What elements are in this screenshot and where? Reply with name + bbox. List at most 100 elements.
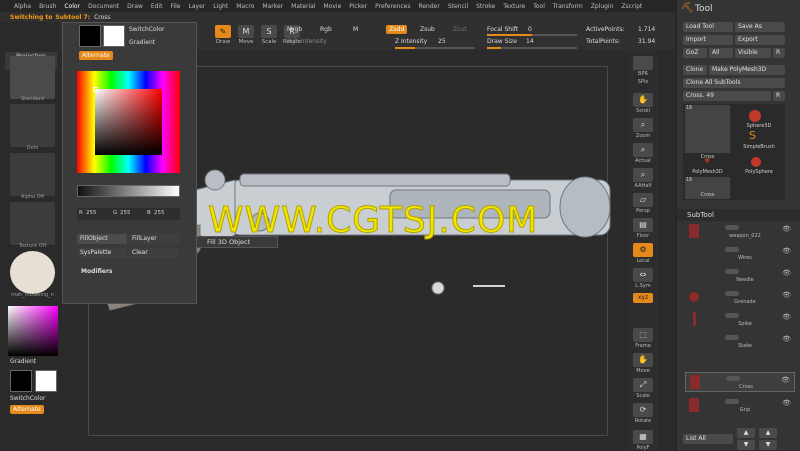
brush-thumb[interactable]: [10, 56, 55, 99]
persp-button[interactable]: ▱ Persp: [630, 193, 656, 214]
export-button[interactable]: Export: [735, 35, 785, 45]
lsym-button[interactable]: ⇔ L.Sym: [630, 268, 656, 289]
mrgb-button[interactable]: Mrgb: [287, 26, 302, 33]
aahalf-button[interactable]: ⌕ AAHalf: [630, 168, 656, 189]
tool-r-button[interactable]: R: [773, 91, 785, 101]
eye-icon[interactable]: 👁: [782, 313, 791, 321]
clone-button[interactable]: Clone: [683, 65, 707, 75]
m-button[interactable]: M: [353, 26, 358, 33]
zadd-button[interactable]: Zadd: [386, 25, 408, 34]
menu-transform[interactable]: Transform: [549, 3, 587, 10]
list-all-button[interactable]: List All: [683, 434, 733, 444]
main-color-swatch[interactable]: [10, 370, 32, 392]
xyz-button[interactable]: xyz: [630, 293, 656, 304]
menu-layer[interactable]: Layer: [185, 3, 210, 10]
modifiers-label[interactable]: Modifiers: [81, 268, 113, 275]
move-view-button[interactable]: ✋ Move: [630, 353, 656, 374]
sphere3d-icon[interactable]: [749, 110, 761, 122]
simplebrush-icon[interactable]: S: [749, 129, 756, 142]
eye-icon[interactable]: 👁: [781, 376, 790, 384]
polysphere-icon[interactable]: [751, 157, 761, 167]
alternate-button[interactable]: Alternate: [10, 405, 44, 414]
rgb-intensity-slider[interactable]: Rgb Intensity: [287, 38, 327, 45]
subtool-item-grenade[interactable]: 👁 Grenade: [685, 288, 795, 308]
actual-button[interactable]: ⌕ Actual: [630, 143, 656, 164]
eye-icon[interactable]: 👁: [782, 335, 791, 343]
local-button[interactable]: ⚙ Local: [630, 243, 656, 264]
make-polymesh3d-button[interactable]: Make PolyMesh3D: [709, 65, 785, 75]
material-thumb[interactable]: [10, 251, 55, 294]
rgb-button[interactable]: Rgb: [320, 26, 332, 33]
zcut-button[interactable]: Zcut: [453, 26, 467, 33]
menu-texture[interactable]: Texture: [499, 3, 529, 10]
secondary-color-swatch[interactable]: [35, 370, 57, 392]
menu-preferences[interactable]: Preferences: [371, 3, 414, 10]
switch-color-label[interactable]: SwitchColor: [10, 395, 46, 402]
gray-ramp[interactable]: [77, 185, 180, 197]
menu-color[interactable]: Color: [60, 3, 84, 10]
popup-switch-color[interactable]: SwitchColor: [129, 26, 165, 33]
goz-button[interactable]: GoZ: [683, 48, 707, 58]
scroll-button[interactable]: ✋ Scroll: [630, 93, 656, 114]
menu-brush[interactable]: Brush: [35, 3, 60, 10]
menu-zplugin[interactable]: Zplugin: [587, 3, 618, 10]
clone-all-subtools-button[interactable]: Clone All SubTools: [683, 78, 785, 88]
menu-draw[interactable]: Draw: [123, 3, 147, 10]
spix-control[interactable]: SPix: [630, 79, 656, 85]
eye-icon[interactable]: 👁: [782, 399, 791, 407]
menu-edit[interactable]: Edit: [147, 3, 167, 10]
clear-button[interactable]: Clear: [129, 248, 179, 258]
sys-palette-button[interactable]: SysPalette: [77, 248, 127, 258]
zoom-button[interactable]: ⌕ Zoom: [630, 118, 656, 139]
popup-gradient[interactable]: Gradient: [129, 39, 155, 46]
saturation-value-square[interactable]: [95, 89, 162, 155]
move-down-alt-button[interactable]: ▼: [759, 440, 777, 450]
scale-view-button[interactable]: ⤢ Scale: [630, 378, 656, 399]
eye-icon[interactable]: 👁: [782, 247, 791, 255]
draw-button[interactable]: ✎ Draw: [213, 25, 233, 45]
subtool-item-needle[interactable]: 👁 Needle: [685, 266, 795, 286]
menu-marker[interactable]: Marker: [258, 3, 287, 10]
tool-thumb-cross-large[interactable]: [685, 105, 730, 153]
menu-alpha[interactable]: Alpha: [10, 3, 35, 10]
subtool-item-weapon[interactable]: 👁 weapon_022: [685, 222, 795, 242]
subtool-item-grip[interactable]: 👁 Grip: [685, 396, 795, 416]
menu-zscript[interactable]: Zscript: [617, 3, 646, 10]
menu-light[interactable]: Light: [209, 3, 232, 10]
stroke-thumb[interactable]: [10, 104, 55, 147]
menu-document[interactable]: Document: [84, 3, 123, 10]
eye-icon[interactable]: 👁: [782, 291, 791, 299]
g-value[interactable]: 255: [120, 210, 131, 216]
subtool-header[interactable]: SubTool: [677, 209, 800, 221]
texture-thumb[interactable]: [10, 202, 55, 245]
save-as-button[interactable]: Save As: [735, 22, 785, 32]
import-button[interactable]: Import: [683, 35, 733, 45]
subtool-item-spike[interactable]: 👁 Spike: [685, 310, 795, 330]
menu-render[interactable]: Render: [414, 3, 443, 10]
move-button[interactable]: M Move: [236, 25, 256, 45]
alpha-thumb[interactable]: [10, 153, 55, 196]
move-up-alt-button[interactable]: ▲: [759, 428, 777, 438]
menu-movie[interactable]: Movie: [320, 3, 346, 10]
eye-icon[interactable]: 👁: [782, 225, 791, 233]
polymesh3d-icon[interactable]: ✶: [703, 156, 711, 167]
polyf-button[interactable]: ▦ PolyF: [630, 430, 656, 451]
popup-main-color[interactable]: [79, 25, 101, 47]
color-picker-mini[interactable]: [8, 306, 58, 356]
b-value[interactable]: 255: [154, 210, 165, 216]
menu-macro[interactable]: Macro: [232, 3, 258, 10]
bpr-button[interactable]: BPR: [630, 56, 656, 77]
menu-file[interactable]: File: [166, 3, 184, 10]
rotate-view-button[interactable]: ⟳ Rotate: [630, 403, 656, 424]
frame-button[interactable]: ⬚ Frame: [630, 328, 656, 349]
popup-alternate-button[interactable]: Alternate: [79, 51, 113, 60]
fill-object-button[interactable]: FillObject: [77, 234, 127, 244]
menu-stroke[interactable]: Stroke: [472, 3, 499, 10]
zsub-button[interactable]: Zsub: [420, 26, 435, 33]
load-tool-button[interactable]: Load Tool: [683, 22, 733, 32]
menu-tool[interactable]: Tool: [529, 3, 549, 10]
tool-slider[interactable]: Cross. 49: [683, 91, 771, 101]
subtool-item-stake[interactable]: 👁 Stake: [685, 332, 795, 352]
subtool-item-cross-selected[interactable]: 👁 Cross: [685, 372, 795, 392]
gradient-label[interactable]: Gradient: [10, 358, 36, 365]
